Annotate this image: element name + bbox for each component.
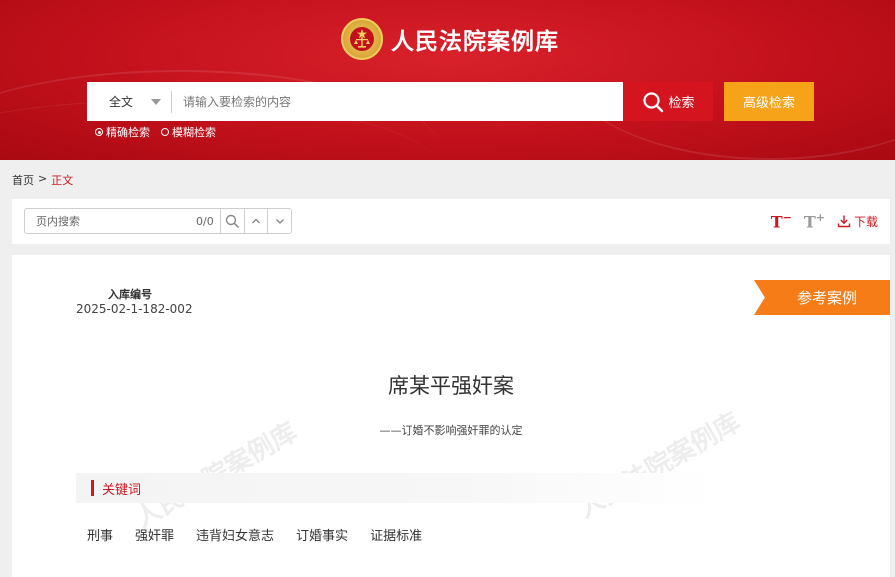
court-emblem-icon (341, 18, 383, 60)
case-code-label: 入库编号 (108, 288, 152, 301)
search-icon (225, 214, 239, 228)
mode-fuzzy-label: 模糊检索 (172, 126, 216, 139)
keyword-list: 刑事 强奸罪 违背妇女意志 订婚事实 证据标准 (87, 525, 422, 544)
mode-fuzzy[interactable]: 模糊检索 (161, 124, 216, 140)
case-subtitle: ——订婚不影响强奸罪的认定 (379, 424, 523, 437)
breadcrumb: 首页 > 正文 (12, 172, 73, 188)
download-button[interactable]: 下载 (837, 213, 878, 230)
caret-down-icon (151, 99, 161, 105)
match-count: 0/0 (196, 214, 214, 228)
site-title: 人民法院案例库 (391, 28, 559, 55)
in-page-search: 0/0 (24, 208, 292, 234)
chevron-up-icon (251, 218, 260, 224)
increase-font-button[interactable]: T+ (804, 211, 825, 231)
font-increase-letter: T (803, 212, 816, 232)
search-scope-value: 全文 (109, 95, 134, 109)
search-button-label: 检索 (668, 96, 695, 111)
keyword-item: 刑事 (87, 529, 114, 544)
mode-exact-label: 精确检索 (106, 126, 150, 139)
search-mode-options: 精确检索 模糊检索 (95, 124, 216, 140)
next-match-button[interactable] (267, 209, 291, 233)
find-search-button[interactable] (219, 209, 244, 233)
reference-case-ribbon: 参考案例 (754, 280, 890, 315)
download-icon (837, 215, 851, 228)
decrease-font-button[interactable]: T− (771, 211, 792, 231)
search-button[interactable]: 检索 (623, 82, 713, 121)
radio-selected-icon[interactable] (95, 128, 103, 136)
mode-exact[interactable]: 精确检索 (95, 124, 150, 140)
header-banner: 人民法院案例库 全文 检索 高级检索 精确检索 模糊检索 (0, 0, 895, 160)
keyword-item: 订婚事实 (296, 529, 349, 544)
keywords-section-header: 关键词 (76, 473, 716, 503)
reader-toolbar: 0/0 T− T+ 下载 (12, 199, 890, 244)
font-decrease-sign: − (782, 211, 792, 224)
advanced-search-button[interactable]: 高级检索 (724, 82, 814, 121)
keyword-item: 强奸罪 (135, 529, 175, 544)
section-marker (91, 480, 94, 496)
case-title: 席某平强奸案 (388, 374, 514, 398)
search-bar: 全文 (87, 82, 623, 121)
search-icon (643, 91, 664, 112)
font-decrease-letter: T (770, 212, 783, 232)
search-scope-select[interactable]: 全文 (87, 82, 171, 121)
banner-decoration (560, 0, 895, 160)
keywords-title: 关键词 (102, 482, 142, 498)
case-document: 人民法院案例库 人民法院案例库 入库编号 2025-02-1-182-002 参… (12, 255, 890, 577)
chevron-down-icon (275, 219, 284, 224)
keyword-item: 证据标准 (370, 529, 423, 544)
watermark: 人民法院案例库 (572, 407, 746, 525)
case-code-value: 2025-02-1-182-002 (76, 302, 193, 316)
breadcrumb-separator: > (38, 172, 48, 185)
breadcrumb-current: 正文 (51, 174, 74, 187)
radio-unselected-icon[interactable] (161, 128, 169, 136)
search-input[interactable] (172, 82, 623, 121)
keyword-item: 违背妇女意志 (196, 529, 275, 544)
reader-tools: T− T+ 下载 (771, 211, 878, 231)
font-increase-sign: + (815, 211, 825, 224)
in-page-search-input[interactable] (25, 209, 181, 233)
previous-match-button[interactable] (243, 209, 268, 233)
site-logo[interactable]: 人民法院案例库 (341, 16, 559, 62)
breadcrumb-home[interactable]: 首页 (12, 172, 34, 188)
download-label: 下载 (853, 214, 878, 229)
